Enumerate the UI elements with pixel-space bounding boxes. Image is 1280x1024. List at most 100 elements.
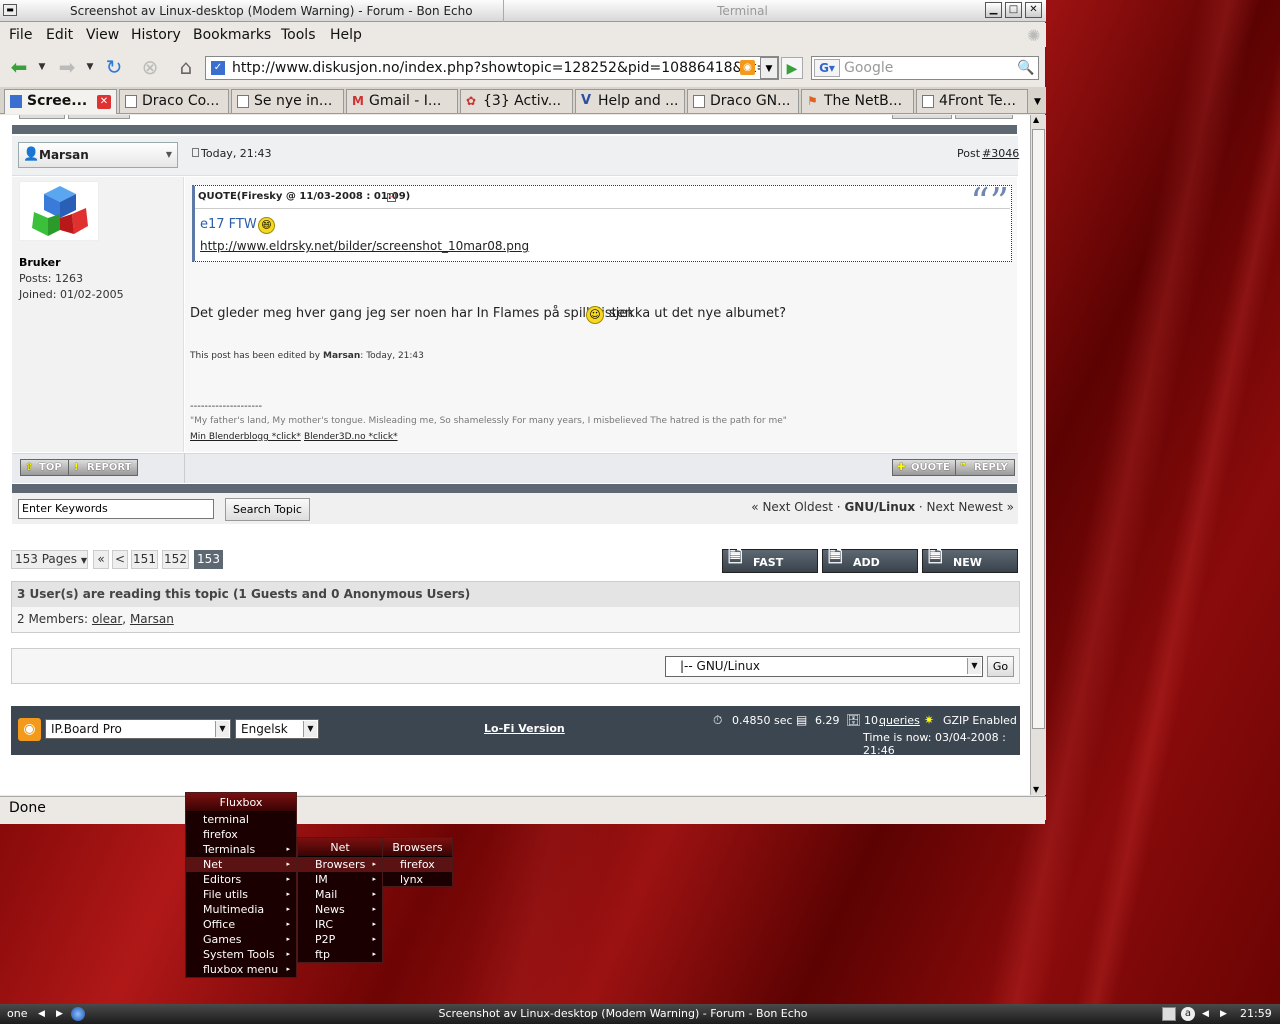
home-icon[interactable]: ⌂	[173, 54, 199, 80]
taskbar-active-task[interactable]: Screenshot av Linux-desktop (Modem Warni…	[0, 1004, 1246, 1024]
menu-item-office[interactable]: Office ▸	[186, 917, 296, 932]
go-button[interactable]: Go	[987, 656, 1014, 677]
keywords-input[interactable]: Enter Keywords	[18, 499, 214, 519]
next-window-icon[interactable]: ▶	[1220, 1004, 1227, 1024]
signature-link-blog[interactable]: Min Blenderblogg *click*	[190, 432, 301, 442]
tab-netbsd[interactable]: ⚑ The NetB...	[801, 89, 914, 113]
quote-source-icon[interactable]: ←	[387, 193, 396, 202]
menu-view[interactable]: View	[86, 27, 119, 43]
forward-dropdown-icon[interactable]: ▼	[84, 54, 96, 80]
first-page-button[interactable]: «	[93, 550, 109, 569]
menu-item-irc[interactable]: IRC ▸	[298, 917, 382, 932]
search-engine-icon[interactable]: G▾	[814, 59, 840, 77]
menu-bookmarks[interactable]: Bookmarks	[193, 27, 271, 43]
close-icon[interactable]: ✕	[1025, 2, 1042, 18]
page-152-button[interactable]: 152	[162, 550, 189, 569]
menu-item-p2p[interactable]: P2P ▸	[298, 932, 382, 947]
skin-select[interactable]: IP.Board Pro ▼	[45, 719, 231, 739]
scrollbar-thumb[interactable]	[1032, 129, 1045, 729]
menu-help[interactable]: Help	[330, 27, 362, 43]
fast-reply-button[interactable]: 🗎FAST REPLY	[722, 546, 818, 595]
window-menu-icon[interactable]: ▬	[3, 4, 17, 16]
menu-file[interactable]: File	[9, 27, 32, 43]
tab-gmail[interactable]: M Gmail - I...	[346, 89, 458, 113]
url-history-dropdown-icon[interactable]: ▼	[760, 57, 778, 79]
menu-item-mail[interactable]: Mail ▸	[298, 887, 382, 902]
signature-link-blender3d[interactable]: Blender3D.no *click*	[304, 432, 398, 442]
menu-item-ftp[interactable]: ftp ▸	[298, 947, 382, 962]
post-author-dropdown[interactable]: 👤 Marsan ▼	[18, 142, 178, 168]
report-button[interactable]: ! REPORT	[68, 459, 139, 476]
menu-item-net[interactable]: Net ▸	[186, 857, 296, 872]
new-topic-button[interactable]: 🗎NEW TOPIC	[922, 546, 1018, 595]
quote-button[interactable]: ✚ QUOTE	[892, 459, 957, 476]
window-titlebar[interactable]: ▬ Screenshot av Linux-desktop (Modem War…	[0, 0, 1046, 22]
menu-item-system-tools[interactable]: System Tools ▸	[186, 947, 296, 962]
next-newest-link[interactable]: Next Newest »	[927, 500, 1014, 514]
tray-status-icon[interactable]: a	[1181, 1007, 1195, 1021]
menu-item-games[interactable]: Games ▸	[186, 932, 296, 947]
prev-window-icon[interactable]: ◀	[1202, 1004, 1209, 1024]
menu-item-fluxbox-menu[interactable]: fluxbox menu ▸	[186, 962, 296, 977]
search-input[interactable]: G▾ Google 🔍	[811, 56, 1039, 80]
url-input[interactable]: ✓ http://www.diskusjon.no/index.php?show…	[205, 56, 779, 80]
tab-list-dropdown-icon[interactable]: ▼	[1030, 91, 1045, 113]
vertical-scrollbar[interactable]: ▲ ▼	[1030, 115, 1046, 795]
next-oldest-link[interactable]: « Next Oldest	[751, 500, 833, 514]
menu-history[interactable]: History	[131, 27, 181, 43]
scroll-down-icon[interactable]: ▼	[1033, 785, 1039, 794]
menu-item-terminal[interactable]: terminal	[186, 812, 296, 827]
back-icon[interactable]: ⬅	[6, 54, 32, 80]
menu-item-im[interactable]: IM ▸	[298, 872, 382, 887]
post-number-link[interactable]: #3046	[982, 147, 1019, 160]
page-151-button[interactable]: 151	[131, 550, 158, 569]
forum-link[interactable]: GNU/Linux	[844, 500, 915, 514]
menu-item-terminals[interactable]: Terminals ▸	[186, 842, 296, 857]
add-reply-button[interactable]: 🗎ADD REPLY	[822, 546, 918, 595]
menu-item-label: Editors	[203, 873, 242, 886]
go-icon[interactable]: ▶	[781, 57, 803, 79]
language-select[interactable]: Engelsk ▼	[235, 719, 319, 739]
back-dropdown-icon[interactable]: ▼	[36, 54, 48, 80]
menu-item-news[interactable]: News ▸	[298, 902, 382, 917]
maximize-icon[interactable]: □	[1005, 2, 1022, 18]
tab-draco-gn[interactable]: Draco GN...	[687, 89, 799, 113]
forward-icon[interactable]: ➡	[54, 54, 80, 80]
member-link-marsan[interactable]: Marsan	[130, 612, 174, 626]
member-link-olear[interactable]: olear	[92, 612, 122, 626]
menu-tools[interactable]: Tools	[281, 27, 316, 43]
tab-close-icon[interactable]: ✕	[97, 95, 111, 109]
forum-jump-select[interactable]: |-- GNU/Linux ▼	[665, 656, 983, 677]
menu-item-browsers[interactable]: Browsers ▸	[298, 857, 382, 872]
rss-feed-icon[interactable]: ◉	[740, 60, 755, 75]
lofi-version-link[interactable]: Lo-Fi Version	[484, 722, 565, 735]
tab-screenshot[interactable]: Scree... ✕	[4, 89, 117, 114]
search-topic-button[interactable]: Search Topic	[225, 498, 310, 521]
menu-item-lynx[interactable]: lynx	[383, 872, 452, 887]
queries-link[interactable]: queries	[879, 714, 920, 727]
tab-help[interactable]: V Help and ...	[575, 89, 685, 113]
pages-dropdown[interactable]: 153 Pages ▼	[11, 550, 88, 569]
prev-page-button[interactable]: <	[112, 550, 128, 569]
stop-icon[interactable]: ⊗	[137, 54, 163, 80]
tab-4front[interactable]: 4Front Te...	[916, 89, 1028, 113]
rss-icon[interactable]: ◉	[18, 718, 41, 741]
menu-item-multimedia[interactable]: Multimedia ▸	[186, 902, 296, 917]
menu-edit[interactable]: Edit	[46, 27, 73, 43]
menu-item-file-utils[interactable]: File utils ▸	[186, 887, 296, 902]
tray-icon[interactable]	[1162, 1007, 1176, 1021]
tab-draco-co[interactable]: Draco Co...	[119, 89, 229, 113]
reply-button[interactable]: ❞ REPLY	[955, 459, 1015, 476]
scroll-up-icon[interactable]: ▲	[1033, 115, 1039, 124]
tab-activity[interactable]: ✿ {3} Activ...	[460, 89, 573, 113]
reload-icon[interactable]: ↻	[101, 54, 127, 80]
menu-item-firefox-browser[interactable]: firefox	[383, 857, 452, 872]
tab-se-nye[interactable]: Se nye in...	[231, 89, 344, 113]
menu-item-firefox[interactable]: firefox	[186, 827, 296, 842]
quote-link[interactable]: http://www.eldrsky.net/bilder/screenshot…	[200, 239, 529, 253]
search-magnifier-icon[interactable]: 🔍	[1016, 58, 1036, 78]
minimize-icon[interactable]: ▁	[985, 2, 1002, 18]
menu-item-editors[interactable]: Editors ▸	[186, 872, 296, 887]
terminal-tab-title[interactable]: Terminal	[503, 0, 981, 22]
top-button[interactable]: ⇧ TOP	[20, 459, 69, 476]
